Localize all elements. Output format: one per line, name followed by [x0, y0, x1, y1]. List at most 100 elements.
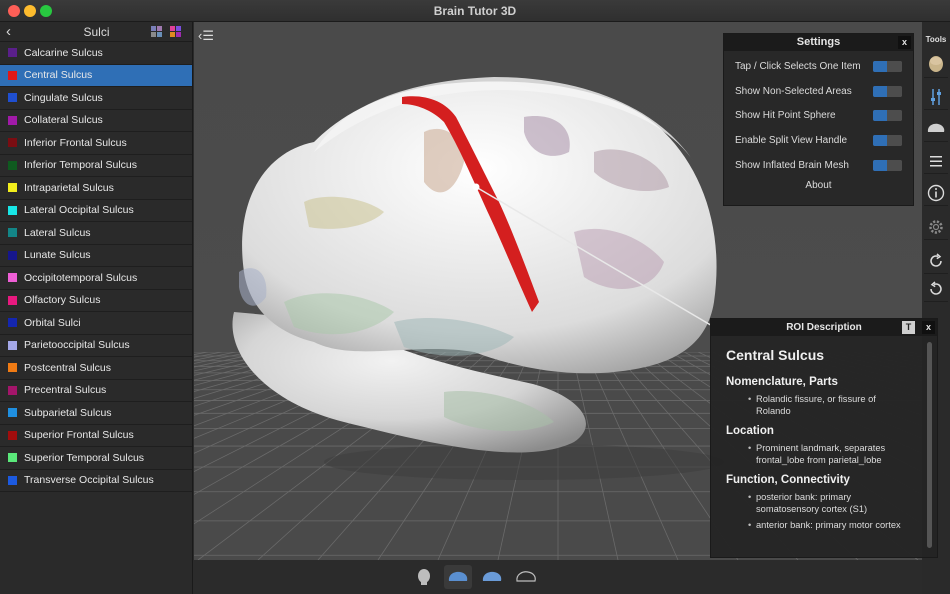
color-swatch [8, 340, 17, 350]
settings-row-label: Enable Split View Handle [735, 135, 848, 147]
sidebar-item-label: Lateral Sulcus [24, 226, 91, 239]
color-swatch [8, 93, 17, 103]
roi-title: Central Sulcus [726, 347, 825, 363]
sidebar-item[interactable]: Orbital Sulci [0, 312, 192, 335]
roi-bullet-item: anterior bank: primary motor cortex [726, 520, 907, 532]
sidebar-item[interactable]: Collateral Sulcus [0, 110, 192, 132]
sidebar-item[interactable]: Lateral Sulcus [0, 222, 192, 245]
color-grid-view-icon[interactable] [151, 26, 162, 37]
sidebar-item[interactable]: Intraparietal Sulcus [0, 177, 192, 200]
brain-mesh-icon[interactable] [924, 116, 948, 142]
roi-bullet-item: Rolandic fissure, or fissure of Rolando [726, 394, 907, 417]
tools-title: Tools [925, 35, 947, 44]
settings-row-label: Show Non-Selected Areas [735, 85, 852, 97]
sidebar-item-label: Postcentral Sulcus [24, 361, 111, 374]
inflated-brain-view-icon[interactable] [478, 565, 506, 589]
roi-section-heading: Location [726, 425, 774, 437]
color-swatch [8, 430, 17, 440]
settings-row: Show Non-Selected Areas [724, 79, 913, 104]
sulci-list: Calcarine Sulcus Central Sulcus Cingulate … [0, 42, 192, 492]
roi-section-list: Prominent landmark, separates frontal_lo… [726, 443, 907, 466]
roi-bullet-item: posterior bank: primary somatosensory co… [726, 492, 907, 515]
sidebar-item[interactable]: Superior Frontal Sulcus [0, 425, 192, 447]
roi-section-list: posterior bank: primary somatosensory co… [726, 492, 907, 532]
sidebar-item-label: Transverse Occipital Sulcus [24, 474, 154, 487]
title-bar: Brain Tutor 3D [0, 0, 950, 22]
roi-bullet-item: Prominent landmark, separates frontal_lo… [726, 443, 907, 466]
sidebar-item-label: Lunate Sulcus [24, 249, 91, 262]
color-swatch [8, 273, 17, 283]
roi-scrollbar[interactable] [927, 342, 932, 548]
settings-toggle[interactable] [873, 135, 902, 147]
roi-description-panel: ROI Description T x Central Sulcus Nomen… [710, 318, 938, 558]
sidebar-item[interactable]: Calcarine Sulcus [0, 42, 192, 65]
sidebar-item[interactable]: Postcentral Sulcus [0, 357, 192, 380]
color-grid-alt-icon[interactable] [170, 26, 181, 37]
sidebar-item-label: Precentral Sulcus [24, 384, 107, 397]
window-title: Brain Tutor 3D [433, 4, 517, 18]
sidebar-item[interactable]: Superior Temporal Sulcus [0, 447, 192, 470]
roi-text-size-button[interactable]: T [902, 321, 915, 334]
sidebar-item[interactable]: Inferior Temporal Sulcus [0, 155, 192, 177]
sidebar-item[interactable]: Occipitotemporal Sulcus [0, 267, 192, 290]
wireframe-brain-view-icon[interactable] [512, 565, 540, 589]
settings-toggle[interactable] [873, 110, 902, 122]
sidebar-item[interactable]: Central Sulcus [0, 64, 192, 87]
sidebar-item[interactable]: Lateral Occipital Sulcus [0, 200, 192, 222]
sidebar-item-label: Collateral Sulcus [24, 114, 103, 127]
settings-toggle[interactable] [873, 60, 902, 72]
settings-row-label: Show Inflated Brain Mesh [735, 160, 849, 172]
skull-view-icon[interactable] [410, 565, 438, 589]
sidebar-item-label: Inferior Temporal Sulcus [24, 159, 138, 172]
sidebar-item-label: Superior Frontal Sulcus [24, 429, 134, 442]
info-icon[interactable] [924, 180, 948, 206]
roi-section-heading: Nomenclature, Parts [726, 376, 838, 388]
sidebar-header: ‹ Sulci [0, 22, 192, 42]
settings-toggle[interactable] [873, 85, 902, 97]
view-mode-bar [194, 560, 922, 594]
collapse-sidebar-icon[interactable]: ‹☰ [198, 28, 214, 44]
brain-view-icon[interactable] [444, 565, 472, 589]
roi-close-button[interactable]: x [922, 321, 935, 334]
sidebar-item-label: Cingulate Sulcus [24, 91, 103, 104]
settings-row-label: Show Hit Point Sphere [735, 110, 836, 122]
sidebar-item[interactable]: Subparietal Sulcus [0, 402, 192, 425]
settings-close-button[interactable]: x [898, 36, 911, 49]
settings-toggle[interactable] [873, 160, 902, 172]
sidebar-title: Sulci [83, 25, 110, 39]
color-swatch [8, 48, 17, 58]
sliders-icon[interactable] [924, 84, 948, 110]
color-swatch [8, 453, 17, 463]
settings-title: Settings [796, 36, 841, 48]
sidebar-item[interactable]: Lunate Sulcus [0, 245, 192, 267]
sidebar-item-label: Central Sulcus [24, 69, 93, 82]
roi-header-title: ROI Description [786, 322, 862, 333]
sidebar-item[interactable]: Cingulate Sulcus [0, 87, 192, 110]
color-swatch [8, 115, 17, 125]
roi-header: ROI Description T x [711, 319, 937, 336]
sidebar-item[interactable]: Olfactory Sulcus [0, 290, 192, 312]
sidebar: ‹ Sulci Calcarine Sulcus Central Sulcus Ci… [0, 22, 193, 594]
rotate-clockwise-icon[interactable] [924, 248, 948, 274]
sidebar-item-label: Calcarine Sulcus [24, 46, 103, 59]
sidebar-item-label: Inferior Frontal Sulcus [24, 136, 127, 149]
sidebar-item[interactable]: Transverse Occipital Sulcus [0, 470, 192, 492]
color-swatch [8, 318, 17, 328]
about-link[interactable]: About [724, 180, 913, 191]
sidebar-item[interactable]: Parietooccipital Sulcus [0, 335, 192, 357]
sidebar-item[interactable]: Precentral Sulcus [0, 380, 192, 402]
color-swatch [8, 475, 17, 485]
rotate-counterclockwise-icon[interactable] [924, 276, 948, 302]
settings-header: Settings x [724, 34, 913, 51]
settings-row: Tap / Click Selects One Item [724, 54, 913, 79]
color-swatch [8, 385, 17, 395]
sidebar-item-label: Olfactory Sulcus [24, 294, 101, 307]
color-swatch [8, 183, 17, 193]
settings-gear-icon[interactable] [924, 214, 948, 240]
settings-row: Enable Split View Handle [724, 128, 913, 153]
sidebar-item-label: Orbital Sulci [24, 316, 81, 329]
list-menu-icon[interactable] [924, 148, 948, 174]
head-model-icon[interactable] [924, 52, 948, 78]
sidebar-item[interactable]: Inferior Frontal Sulcus [0, 132, 192, 155]
settings-row-label: Tap / Click Selects One Item [735, 60, 861, 72]
